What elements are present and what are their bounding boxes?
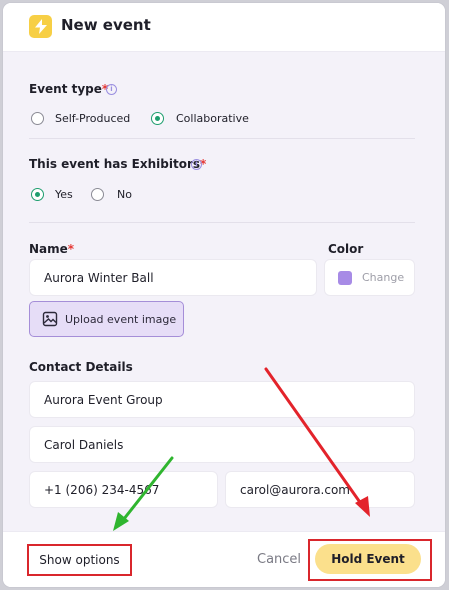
show-options-button[interactable]: Show options (27, 544, 132, 576)
modal-header: New event (3, 3, 445, 52)
radio-collaborative[interactable] (151, 112, 164, 125)
divider (29, 222, 415, 223)
hold-event-button[interactable]: Hold Event (315, 544, 421, 574)
radio-no[interactable] (91, 188, 104, 201)
info-icon[interactable]: i (106, 84, 117, 95)
radio-collaborative-label: Collaborative (176, 112, 249, 125)
organization-input[interactable]: Aurora Event Group (29, 381, 415, 418)
name-label: Name* (29, 242, 75, 256)
radio-yes[interactable] (31, 188, 44, 201)
radio-self-produced[interactable] (31, 112, 44, 125)
new-event-modal: New event Event type* i Self-Produced Co… (3, 3, 445, 587)
contact-details-label: Contact Details (29, 360, 133, 374)
radio-self-produced-label: Self-Produced (55, 112, 131, 125)
info-icon[interactable]: i (191, 159, 202, 170)
radio-yes-label: Yes (55, 188, 73, 201)
email-input[interactable]: carol@aurora.com (225, 471, 415, 508)
event-type-label: Event type* (29, 82, 109, 96)
color-label: Color (328, 242, 364, 256)
color-swatch (338, 270, 352, 285)
phone-input[interactable]: +1 (206) 234-4567 (29, 471, 218, 508)
image-icon (42, 311, 58, 327)
exhibitors-label: This event has Exhibitors* (29, 157, 207, 171)
contact-name-input[interactable]: Carol Daniels (29, 426, 415, 463)
lightning-icon (29, 15, 52, 38)
hold-event-highlight: Hold Event (308, 539, 432, 581)
divider (29, 138, 415, 139)
color-picker[interactable]: Change (324, 259, 415, 296)
color-change-label: Change (362, 271, 405, 284)
modal-footer: Show options Cancel Hold Event (3, 531, 445, 587)
modal-title: New event (61, 16, 151, 34)
radio-no-label: No (117, 188, 132, 201)
cancel-button[interactable]: Cancel (257, 552, 301, 567)
upload-image-label: Upload event image (65, 312, 177, 326)
name-input[interactable]: Aurora Winter Ball (29, 259, 317, 296)
upload-image-button[interactable]: Upload event image (29, 301, 184, 337)
modal-body: Event type* i Self-Produced Collaborativ… (3, 52, 445, 531)
